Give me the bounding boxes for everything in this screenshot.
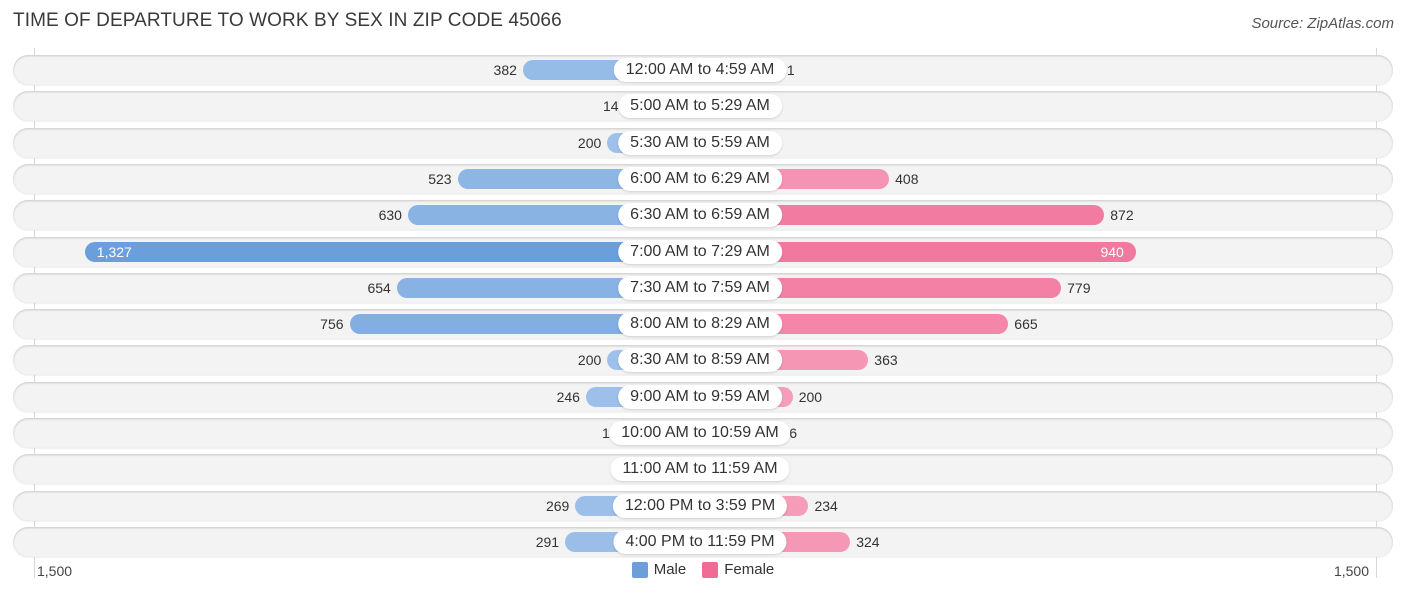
value-label-female: 940 [1100, 243, 1124, 260]
value-label-male: 246 [556, 388, 580, 405]
source-attribution: Source: ZipAtlas.com [1251, 15, 1394, 32]
category-label: 11:00 AM to 11:59 AM [610, 457, 790, 482]
legend-swatch-male [631, 561, 648, 578]
legend-item-male[interactable]: Male [631, 561, 687, 578]
value-label-female: 200 [798, 388, 823, 405]
value-label-female: 234 [814, 497, 838, 514]
value-label-male: 654 [367, 279, 391, 296]
category-label: 12:00 PM to 3:59 PM [612, 493, 788, 518]
value-label-male: 269 [545, 497, 570, 514]
category-label: 4:00 PM to 11:59 PM [613, 529, 787, 554]
legend-swatch-female [702, 561, 719, 578]
legend: Male Female [0, 561, 1406, 578]
value-label-female: 363 [874, 352, 898, 369]
value-label-male: 382 [493, 62, 517, 78]
bar-male[interactable] [84, 241, 700, 262]
category-label: 8:30 AM to 8:59 AM [618, 348, 782, 373]
category-label: 7:00 AM to 7:29 AM [618, 239, 782, 264]
category-label: 9:00 AM to 9:59 AM [618, 384, 782, 409]
category-label: 10:00 AM to 10:59 AM [609, 421, 791, 445]
value-label-female: 408 [895, 170, 919, 187]
category-label: 6:00 AM to 6:29 AM [618, 166, 782, 191]
value-label-male: 1,327 [96, 243, 132, 260]
category-label: 5:00 AM to 5:29 AM [618, 94, 782, 119]
category-label: 12:00 AM to 4:59 AM [613, 58, 787, 82]
value-label-male: 200 [577, 352, 602, 369]
value-label-female: 872 [1110, 207, 1134, 224]
value-label-female: 665 [1014, 316, 1038, 333]
value-label-male: 291 [535, 533, 560, 550]
category-label: 5:30 AM to 5:59 AM [618, 130, 782, 155]
category-label: 8:00 AM to 8:29 AM [618, 312, 782, 337]
category-label: 7:30 AM to 7:59 AM [618, 275, 782, 300]
category-label: 6:30 AM to 6:59 AM [618, 203, 782, 228]
value-label-male: 523 [428, 170, 452, 187]
value-label-female: 324 [856, 533, 880, 550]
chart-title: TIME OF DEPARTURE TO WORK BY SEX IN ZIP … [13, 10, 562, 31]
value-label-male: 756 [320, 316, 344, 333]
value-label-male: 630 [378, 207, 402, 224]
legend-label-male: Male [653, 561, 687, 578]
value-label-female: 779 [1067, 279, 1091, 296]
legend-label-female: Female [724, 561, 775, 578]
legend-item-female[interactable]: Female [702, 561, 774, 578]
value-label-male: 200 [577, 134, 602, 151]
